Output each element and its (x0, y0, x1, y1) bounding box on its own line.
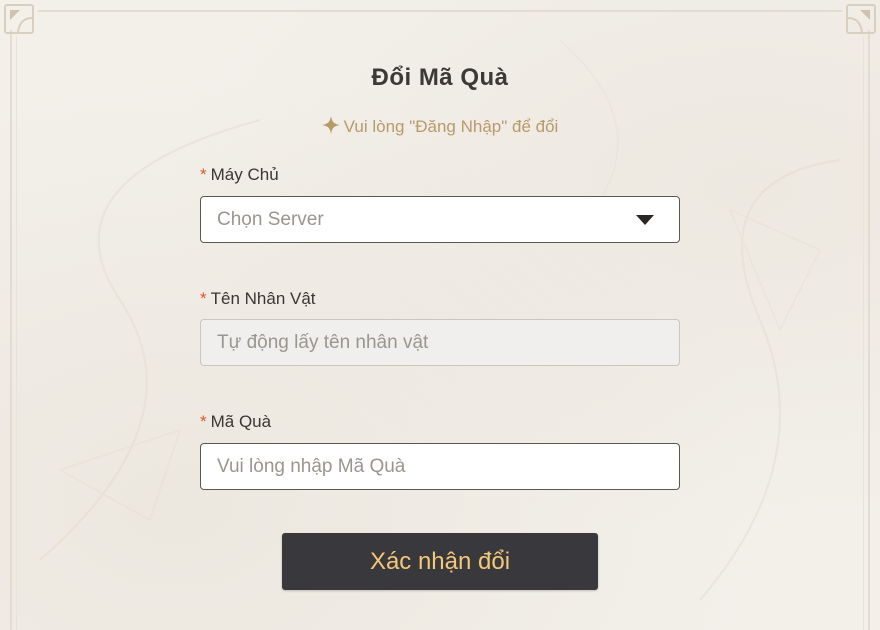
gift-code-field-label: * Mã Quà (200, 412, 271, 432)
server-select-value: Chọn Server (217, 208, 324, 230)
login-hint-text: Vui lòng "Đăng Nhập" để đổi (343, 117, 559, 136)
triangle-down-icon (636, 214, 654, 225)
frame-border-top (38, 10, 842, 12)
required-mark: * (200, 412, 207, 431)
ornamental-corner-icon (4, 4, 34, 34)
server-field-label: * Máy Chủ (200, 165, 279, 185)
gift-code-input[interactable] (200, 443, 680, 490)
character-name-field-label: * Tên Nhân Vật (200, 289, 316, 309)
login-hint: Vui lòng "Đăng Nhập" để đổi (0, 116, 880, 137)
ornamental-corner-icon (846, 4, 876, 34)
gift-code-label-text: Mã Quà (210, 412, 272, 431)
character-name-label-text: Tên Nhân Vật (210, 289, 316, 308)
required-mark: * (200, 289, 207, 308)
server-label-text: Máy Chủ (210, 165, 279, 184)
confirm-redeem-button[interactable]: Xác nhận đổi (282, 533, 598, 590)
page-title: Đổi Mã Quà (371, 64, 509, 91)
character-name-input (200, 319, 680, 366)
required-mark: * (200, 165, 207, 184)
sparkle-icon (321, 116, 340, 134)
server-select[interactable]: Chọn Server (200, 196, 680, 243)
